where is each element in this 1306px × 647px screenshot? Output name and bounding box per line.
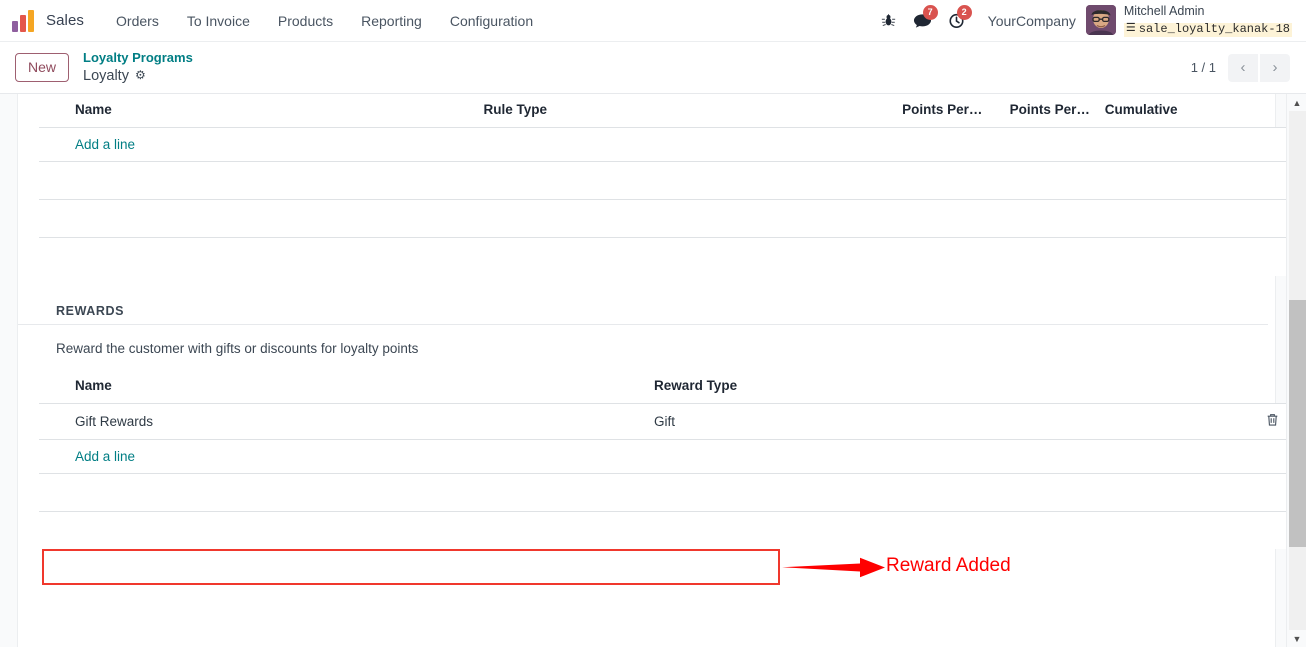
breadcrumb-parent[interactable]: Loyalty Programs — [83, 50, 193, 66]
user-name: Mitchell Admin — [1123, 4, 1205, 19]
pager-count: 1 / 1 — [1190, 60, 1216, 75]
main-menu: Orders To Invoice Products Reporting Con… — [102, 0, 547, 42]
annotation-label: Reward Added — [886, 555, 1011, 576]
menu-item-to-invoice[interactable]: To Invoice — [173, 0, 264, 42]
pager: 1 / 1 ‹ › — [1190, 53, 1306, 82]
rewards-add-a-line-link[interactable]: Add a line — [75, 449, 135, 464]
rules-header-rule-type: Rule Type — [483, 102, 547, 117]
scrollbar-thumb[interactable] — [1289, 300, 1306, 547]
scrollbar-track[interactable] — [1289, 111, 1306, 630]
reward-type-cell[interactable]: Gift — [654, 402, 1250, 439]
app-name[interactable]: Sales — [46, 12, 84, 29]
rewards-header-name: Name — [75, 377, 112, 393]
form-viewport: Name Rule Type Points Per… Points Per… C… — [0, 94, 1306, 647]
rewards-header-row: Name Reward Type — [39, 370, 1296, 404]
activities-badge: 2 — [956, 4, 972, 20]
scroll-down-icon[interactable]: ▼ — [1287, 630, 1306, 647]
chat-bubble-icon[interactable]: 7 — [906, 0, 940, 42]
breadcrumb-current-label: Loyalty — [83, 67, 129, 84]
gear-icon[interactable]: ⚙ — [135, 68, 146, 83]
new-button[interactable]: New — [15, 53, 70, 82]
rules-filler-row — [39, 237, 1296, 276]
rules-header-points-per-2: Points Per… — [1009, 102, 1090, 117]
navbar-right: 7 2 YourCompany Mitchell Admin ☰ sale_lo… — [872, 0, 1306, 42]
menu-item-orders[interactable]: Orders — [102, 0, 173, 42]
pager-previous-button[interactable]: ‹ — [1228, 53, 1258, 82]
control-panel: New Loyalty Programs Loyalty ⚙ 1 / 1 ‹ › — [0, 42, 1306, 94]
menu-item-products[interactable]: Products — [264, 0, 347, 42]
rules-header-name: Name — [75, 102, 112, 117]
user-menu[interactable]: Mitchell Admin ☰ sale_loyalty_kanak-18 — [1085, 4, 1296, 37]
trash-icon[interactable] — [1266, 413, 1279, 430]
rules-add-line-row[interactable]: Add a line — [39, 127, 1296, 162]
avatar — [1085, 5, 1116, 36]
vertical-scrollbar[interactable]: ▲ ▼ — [1286, 94, 1306, 647]
table-row[interactable]: Gift Rewards Gift — [39, 402, 1296, 439]
rules-header-cumulative: Cumulative — [1104, 102, 1178, 117]
menu-item-configuration[interactable]: Configuration — [436, 0, 547, 42]
rules-filler-row — [39, 161, 1296, 200]
rewards-add-line-row[interactable]: Add a line — [39, 438, 1296, 473]
rewards-header-reward-type: Reward Type — [654, 377, 738, 393]
clock-icon[interactable]: 2 — [940, 0, 974, 42]
breadcrumb-current: Loyalty ⚙ — [83, 67, 193, 85]
rewards-description: Reward the customer with gifts or discou… — [56, 340, 419, 356]
breadcrumb: Loyalty Programs Loyalty ⚙ — [83, 50, 193, 84]
rules-table: Name Rule Type Points Per… Points Per… C… — [39, 94, 1296, 276]
rewards-section-title: REWARDS — [18, 304, 1268, 325]
brand-block[interactable]: Sales — [0, 9, 84, 32]
rewards-filler-row — [39, 510, 1296, 549]
rules-add-a-line-link[interactable]: Add a line — [75, 137, 135, 152]
rules-filler-row — [39, 199, 1296, 238]
rewards-filler-row — [39, 472, 1296, 511]
odoo-logo-icon — [12, 9, 36, 32]
company-selector[interactable]: YourCompany — [974, 13, 1086, 29]
rules-header-points-per-1: Points Per… — [902, 102, 983, 117]
bug-icon[interactable] — [872, 0, 906, 42]
database-label: sale_loyalty_kanak-18 — [1138, 21, 1290, 36]
pager-next-button[interactable]: › — [1260, 53, 1290, 82]
top-navbar: Sales Orders To Invoice Products Reporti… — [0, 0, 1306, 42]
scroll-up-icon[interactable]: ▲ — [1287, 94, 1306, 111]
user-info: Mitchell Admin ☰ sale_loyalty_kanak-18 — [1123, 4, 1292, 37]
annotation-arrow — [782, 557, 885, 578]
database-name: ☰ sale_loyalty_kanak-18 — [1123, 21, 1292, 37]
database-icon: ☰ — [1125, 23, 1136, 36]
rewards-table: Name Reward Type Gift Rewards Gift Add a… — [39, 370, 1296, 549]
messages-badge: 7 — [922, 4, 938, 20]
form-sheet: Name Rule Type Points Per… Points Per… C… — [17, 94, 1296, 647]
rules-header-row: Name Rule Type Points Per… Points Per… C… — [39, 94, 1296, 128]
menu-item-reporting[interactable]: Reporting — [347, 0, 436, 42]
reward-name-cell[interactable]: Gift Rewards — [39, 402, 655, 439]
